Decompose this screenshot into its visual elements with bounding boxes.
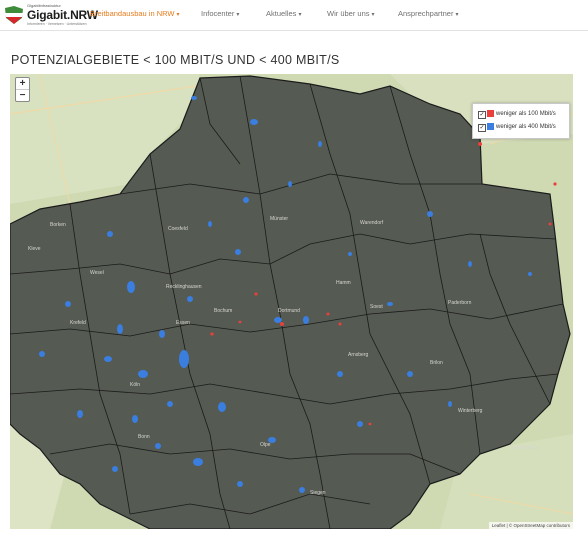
legend-checkbox-100[interactable]: ✓ xyxy=(478,111,486,119)
zoom-control: + − xyxy=(15,77,30,102)
page-title: POTENZIALGEBIETE < 100 MBIT/S UND < 400 … xyxy=(11,53,340,67)
legend-label-100: weniger als 100 Mbit/s xyxy=(496,111,556,117)
gigabit-nrw-logo[interactable]: Gigabitinfrastruktur Gigabit.NRW Informi… xyxy=(3,3,98,27)
nav-item-infocenter[interactable]: Infocenter ▾ xyxy=(201,9,239,18)
map-label: Siegen xyxy=(310,490,326,496)
map-label: Coesfeld xyxy=(168,226,188,232)
nav-item-ansprechpartner[interactable]: Ansprechpartner ▾ xyxy=(398,9,458,18)
map-label: Hamm xyxy=(336,280,351,286)
map-label: Münster xyxy=(270,216,288,222)
zoom-out-button[interactable]: − xyxy=(16,89,29,101)
map-label: Paderborn xyxy=(448,300,472,306)
nav-item-label: Infocenter xyxy=(201,9,235,18)
map-label: Köln xyxy=(130,382,140,388)
nav-item-label: Aktuelles xyxy=(266,9,297,18)
nav-item-wir-ueber-uns[interactable]: Wir über uns ▾ xyxy=(327,9,375,18)
map-label: Warendorf xyxy=(360,220,384,226)
chevron-down-icon: ▾ xyxy=(176,12,180,18)
map-label: Brilon xyxy=(430,360,443,366)
legend-checkbox-400[interactable]: ✓ xyxy=(478,124,486,132)
map-label: Arnsberg xyxy=(348,352,369,358)
legend-swatch-blue xyxy=(487,123,494,130)
top-navigation-bar: Gigabitinfrastruktur Gigabit.NRW Informi… xyxy=(0,0,588,31)
logo-subtext: Informieren · Vernetzen · Unterstützen xyxy=(27,22,87,26)
map-label: Dortmund xyxy=(278,308,300,314)
nav-item-label: Wir über uns xyxy=(327,9,370,18)
legend-row-100[interactable]: ✓ weniger als 100 Mbit/s xyxy=(478,109,570,120)
chevron-down-icon: ▾ xyxy=(455,12,459,18)
map-attribution[interactable]: Leaflet | © OpenStreetMap contributors xyxy=(488,522,573,529)
logo-name: Gigabit.NRW xyxy=(27,8,98,22)
zoom-in-button[interactable]: + xyxy=(16,78,29,89)
legend-row-400[interactable]: ✓ weniger als 400 Mbit/s xyxy=(478,122,570,133)
map-label: Borken xyxy=(50,222,66,228)
nav-item-aktuelles[interactable]: Aktuelles ▾ xyxy=(266,9,301,18)
map-label: Essen xyxy=(176,320,190,326)
map-label: Frankenberg xyxy=(510,445,539,451)
map-label: Soest xyxy=(370,304,383,310)
map-legend: ✓ weniger als 100 Mbit/s ✓ weniger als 4… xyxy=(472,103,570,139)
map-canvas[interactable]: Borken Coesfeld Münster Warendorf Dortmu… xyxy=(10,74,573,529)
map-label: Kleve xyxy=(28,246,41,252)
legend-label-400: weniger als 400 Mbit/s xyxy=(496,124,556,130)
legend-swatch-red xyxy=(487,110,494,117)
chevron-down-icon: ▾ xyxy=(371,12,375,18)
chevron-down-icon: ▾ xyxy=(236,12,240,18)
nrw-flag-icon xyxy=(5,6,23,24)
chevron-down-icon: ▾ xyxy=(298,12,302,18)
coverage-map[interactable]: Borken Coesfeld Münster Warendorf Dortmu… xyxy=(10,74,573,529)
map-label: Bochum xyxy=(214,308,232,314)
nav-item-label: Ansprechpartner xyxy=(398,9,454,18)
nav-item-label: Breitbandausbau in NRW xyxy=(90,9,175,18)
map-label: Wesel xyxy=(90,270,104,276)
map-label: Olpe xyxy=(260,442,271,448)
map-label: Krefeld xyxy=(70,320,86,326)
map-label: Recklinghausen xyxy=(166,284,202,290)
map-label: Winterberg xyxy=(458,408,483,414)
nav-item-breitbandausbau[interactable]: Breitbandausbau in NRW ▾ xyxy=(90,9,180,18)
map-label: Bonn xyxy=(138,434,150,440)
